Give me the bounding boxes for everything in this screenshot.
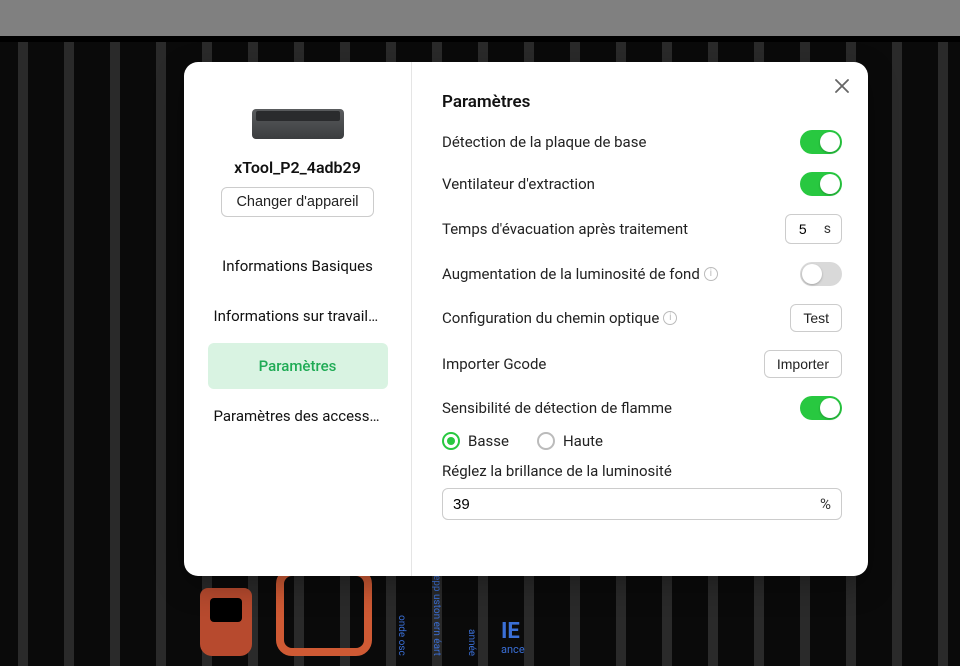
brightness-adjust-label: Réglez la brillance de la luminosité	[442, 462, 842, 480]
import-gcode-button[interactable]: Importer	[764, 350, 842, 378]
import-gcode-label: Importer Gcode	[442, 355, 546, 373]
flame-toggle[interactable]	[800, 396, 842, 420]
radio-icon	[442, 432, 460, 450]
baseplate-toggle[interactable]	[800, 130, 842, 154]
row-brightness-boost: Augmentation de la luminosité de fond i	[442, 262, 842, 286]
row-exhaust-time: Temps d'évacuation après traitement s	[442, 214, 842, 244]
device-name: xTool_P2_4adb29	[234, 158, 361, 177]
device-image	[245, 102, 351, 146]
fan-label: Ventilateur d'extraction	[442, 175, 595, 193]
optic-test-button[interactable]: Test	[790, 304, 842, 332]
flame-level-low-radio[interactable]: Basse	[442, 432, 509, 450]
row-optic-path: Configuration du chemin optique i Test	[442, 304, 842, 332]
brightness-boost-label: Augmentation de la luminosité de fond	[442, 265, 700, 283]
info-icon[interactable]: i	[663, 311, 677, 325]
brightness-adjust-unit: %	[812, 495, 831, 513]
exhaust-time-unit: s	[820, 221, 841, 237]
flame-level-high-radio[interactable]: Haute	[537, 432, 603, 450]
flame-level-low-label: Basse	[468, 432, 509, 450]
change-device-button[interactable]: Changer d'appareil	[221, 187, 373, 217]
device-settings-modal: xTool_P2_4adb29 Changer d'appareil Infor…	[184, 62, 868, 576]
brightness-adjust-input[interactable]	[453, 496, 812, 513]
baseplate-label: Détection de la plaque de base	[442, 133, 646, 151]
exhaust-time-input[interactable]	[786, 221, 820, 237]
modal-content: Paramètres Détection de la plaque de bas…	[412, 62, 868, 576]
sidebar-item-info-basic[interactable]: Informations Basiques	[208, 243, 388, 289]
row-extraction-fan: Ventilateur d'extraction	[442, 172, 842, 196]
flame-label: Sensibilité de détection de flamme	[442, 399, 672, 417]
content-title: Paramètres	[442, 92, 842, 112]
row-import-gcode: Importer Gcode Importer	[442, 350, 842, 378]
sidebar-item-accessories[interactable]: Paramètres des accessoires	[208, 393, 388, 439]
info-icon[interactable]: i	[704, 267, 718, 281]
row-baseplate-detection: Détection de la plaque de base	[442, 130, 842, 154]
brightness-boost-toggle[interactable]	[800, 262, 842, 286]
sidebar-item-settings[interactable]: Paramètres	[208, 343, 388, 389]
flame-level-high-label: Haute	[563, 432, 603, 450]
close-icon	[835, 79, 849, 93]
exhaust-time-field[interactable]: s	[785, 214, 842, 244]
radio-icon	[537, 432, 555, 450]
optic-path-label: Configuration du chemin optique	[442, 309, 659, 327]
fan-toggle[interactable]	[800, 172, 842, 196]
sidebar-item-work-info[interactable]: Informations sur travail en ...	[208, 293, 388, 339]
exhaust-label: Temps d'évacuation après traitement	[442, 220, 688, 238]
sidebar-nav: Informations Basiques Informations sur t…	[184, 243, 411, 443]
brightness-adjust-field[interactable]: %	[442, 488, 842, 520]
modal-sidebar: xTool_P2_4adb29 Changer d'appareil Infor…	[184, 62, 412, 576]
app-topbar	[0, 0, 960, 36]
close-button[interactable]	[830, 74, 854, 98]
row-flame-sensitivity: Sensibilité de détection de flamme	[442, 396, 842, 420]
flame-level-radio-group: Basse Haute	[442, 432, 842, 450]
